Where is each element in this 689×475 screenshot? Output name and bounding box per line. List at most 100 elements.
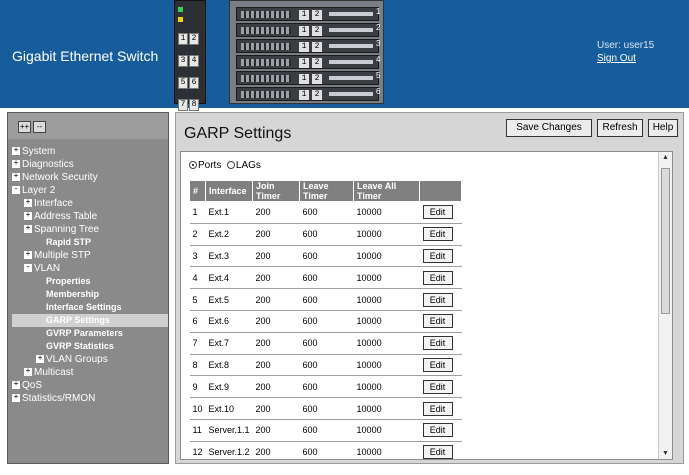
blade-number: 5: [376, 71, 381, 80]
table-cell: Ext.6: [205, 310, 253, 333]
sidebar-item[interactable]: Rapid STP: [12, 236, 168, 249]
column-header: Join Timer: [252, 180, 301, 202]
table-cell: Ext.5: [205, 288, 253, 311]
blade-number: 4: [376, 55, 381, 64]
expand-all-button[interactable]: ++: [18, 121, 31, 133]
expand-icon[interactable]: +: [36, 355, 44, 364]
user-label: User: user15: [597, 40, 655, 51]
sidebar-item[interactable]: + Multicast: [12, 366, 168, 379]
scroll-up-icon[interactable]: ▲: [661, 154, 670, 161]
sign-out-link[interactable]: Sign Out: [597, 53, 654, 64]
expand-icon[interactable]: +: [12, 147, 20, 156]
help-button[interactable]: Help: [648, 119, 678, 137]
table-cell: Server.1.1: [205, 419, 253, 442]
expand-icon[interactable]: +: [12, 173, 20, 182]
table-body: 1 Ext.1 200 600 10000 Edit 2 Ext.2 200 600 10000 Ed…: [189, 201, 462, 459]
vertical-scrollbar[interactable]: ▲ ▼: [658, 152, 672, 459]
sidebar-item[interactable]: + VLAN Groups: [12, 353, 168, 366]
edit-button[interactable]: Edit: [422, 314, 453, 329]
blade-button: 1: [299, 74, 309, 84]
table-cell: 600: [299, 354, 354, 377]
expand-icon[interactable]: +: [12, 160, 20, 169]
table-cell: Edit: [419, 397, 462, 420]
ports-radio-label[interactable]: Ports: [198, 160, 221, 171]
expand-icon[interactable]: +: [24, 368, 32, 377]
table-cell: 600: [299, 397, 354, 420]
scroll-down-icon[interactable]: ▼: [661, 450, 670, 457]
blade-ports: [241, 91, 291, 98]
sidebar-item-label: Rapid STP: [46, 237, 92, 247]
sidebar-item[interactable]: - Layer 2: [12, 184, 168, 197]
expand-icon[interactable]: +: [24, 251, 32, 260]
lags-radio[interactable]: [226, 161, 235, 170]
sidebar-item[interactable]: GVRP Parameters: [12, 327, 168, 340]
sidebar-item[interactable]: + Diagnostics: [12, 158, 168, 171]
sidebar-item[interactable]: Interface Settings: [12, 301, 168, 314]
collapse-icon[interactable]: -: [12, 186, 20, 195]
table-cell: 200: [252, 419, 300, 442]
edit-button[interactable]: Edit: [422, 445, 453, 459]
column-header: Leave Timer: [299, 180, 355, 202]
expand-icon[interactable]: +: [24, 225, 32, 234]
table-header-row: # Interface Join Timer Leave Timer Leave…: [188, 180, 463, 202]
table-cell: Edit: [419, 441, 462, 459]
expand-icon[interactable]: +: [24, 212, 32, 221]
collapse-icon[interactable]: -: [24, 264, 32, 273]
sidebar-item[interactable]: Membership: [12, 288, 168, 301]
table-cell: Edit: [419, 354, 462, 377]
sidebar-item[interactable]: Properties: [12, 275, 168, 288]
collapse-all-button[interactable]: --: [33, 121, 46, 133]
refresh-button[interactable]: Refresh: [597, 119, 643, 137]
ports-radio[interactable]: [189, 161, 197, 170]
sidebar-item[interactable]: + Interface: [12, 197, 168, 210]
edit-button[interactable]: Edit: [422, 379, 453, 394]
blade-bar: [329, 28, 373, 32]
table-row: 11 Server.1.1 200 600 10000 Edit: [189, 419, 462, 442]
table-cell: 600: [299, 332, 354, 355]
blade-module: 12: [236, 55, 379, 69]
edit-button[interactable]: Edit: [422, 227, 453, 242]
save-changes-button[interactable]: Save Changes: [506, 119, 592, 137]
scrollbar-thumb[interactable]: [661, 168, 670, 314]
edit-button[interactable]: Edit: [422, 401, 453, 416]
edit-button[interactable]: Edit: [422, 357, 453, 372]
sidebar-item[interactable]: GVRP Statistics: [12, 340, 168, 353]
expand-icon[interactable]: +: [12, 381, 20, 390]
sidebar-item[interactable]: + Multiple STP: [12, 249, 168, 262]
edit-button[interactable]: Edit: [422, 292, 453, 307]
table-cell: 200: [252, 375, 300, 399]
blade-bar: [329, 12, 373, 16]
blade-button: 2: [312, 26, 322, 36]
sidebar-item[interactable]: + Statistics/RMON: [12, 392, 168, 405]
sidebar-item-label: Properties: [46, 276, 91, 286]
expand-icon[interactable]: +: [24, 199, 32, 208]
table-cell: 600: [299, 201, 354, 224]
sidebar-item-label: System: [22, 146, 56, 157]
sidebar-item[interactable]: GARP Settings: [12, 314, 168, 327]
table-cell: 10000: [353, 354, 420, 377]
sidebar-item[interactable]: - VLAN: [12, 262, 168, 275]
table-cell: Ext.2: [205, 223, 253, 246]
sidebar-item-label: Statistics/RMON: [22, 393, 96, 404]
table-cell: Edit: [419, 375, 462, 399]
table-cell: 8: [189, 354, 206, 377]
edit-button[interactable]: Edit: [422, 336, 453, 351]
expand-icon[interactable]: +: [12, 394, 20, 403]
edit-button[interactable]: Edit: [422, 270, 453, 285]
table-cell: Ext.3: [205, 245, 253, 268]
sidebar-item[interactable]: + System: [12, 145, 168, 158]
edit-button[interactable]: Edit: [422, 248, 453, 263]
sidebar-item[interactable]: + QoS: [12, 379, 168, 392]
lags-radio-label[interactable]: LAGs: [236, 160, 261, 171]
sidebar-item[interactable]: + Spanning Tree: [12, 223, 168, 236]
sidebar-item[interactable]: + Network Security: [12, 171, 168, 184]
edit-button[interactable]: Edit: [422, 423, 453, 438]
table-row: 2 Ext.2 200 600 10000 Edit: [189, 223, 462, 246]
page-title: GARP Settings: [184, 125, 292, 142]
table-cell: Server.1.2: [205, 441, 253, 459]
sidebar-item[interactable]: + Address Table: [12, 210, 168, 223]
sidebar-item-label: VLAN Groups: [46, 354, 108, 365]
edit-button[interactable]: Edit: [422, 205, 453, 220]
blade-button: 1: [299, 42, 309, 52]
blade-button: 1: [299, 58, 309, 68]
